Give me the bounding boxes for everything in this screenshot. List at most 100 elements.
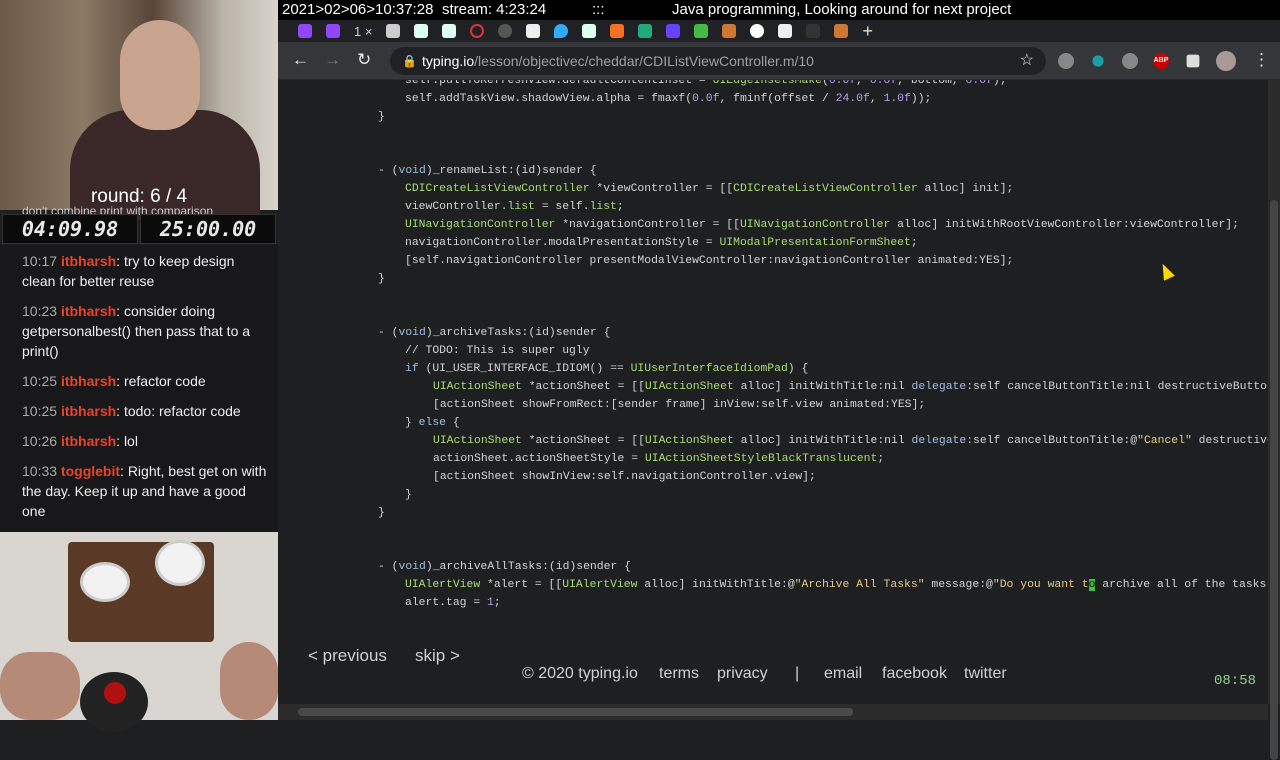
code-line: } xyxy=(378,504,1268,522)
extension-icon[interactable] xyxy=(1058,53,1074,69)
code-token: void xyxy=(398,165,426,177)
terms-link[interactable]: terms xyxy=(659,665,699,683)
twitter-link[interactable]: twitter xyxy=(964,665,1007,683)
chat-username[interactable]: itbharsh xyxy=(61,403,116,419)
stream-info-bar: 2021>02>06>10:37:28 stream: 4:23:24 ::: … xyxy=(278,0,1280,20)
code-lesson[interactable]: self.pullToRefreshView.defaultContentIns… xyxy=(278,80,1268,640)
url-bar[interactable]: 🔒 typing.io/lesson/objectivec/cheddar/CD… xyxy=(390,47,1046,75)
code-line: self.addTaskView.shadowView.alpha = fmax… xyxy=(378,90,1268,108)
chat-message: 10:23 itbharsh: consider doing getperson… xyxy=(22,301,268,361)
previous-link[interactable]: < previous xyxy=(308,646,387,666)
twitch-tab-icon[interactable] xyxy=(298,24,312,38)
code-line: - (void)_renameList:(id)sender { xyxy=(378,162,1268,180)
stream-uptime: stream: 4:23:24 xyxy=(442,1,547,18)
reload-button[interactable]: ↻ xyxy=(357,50,371,70)
active-tab[interactable]: 1 × xyxy=(354,24,372,39)
chat-time: 10:26 xyxy=(22,433,58,449)
code-token: *viewController = [[ xyxy=(589,183,734,195)
code-token: viewController. xyxy=(405,201,508,213)
code-token: ; xyxy=(493,597,501,609)
code-token: ; xyxy=(910,237,918,249)
adblock-icon[interactable]: ABP xyxy=(1153,53,1169,69)
tab-icon[interactable] xyxy=(638,24,653,38)
tab-icon[interactable] xyxy=(806,24,821,38)
tab-icon[interactable] xyxy=(694,24,709,38)
code-token: *navigationController = [[ xyxy=(555,219,740,231)
chat-username[interactable]: itbharsh xyxy=(61,373,116,389)
extensions-puzzle-icon[interactable] xyxy=(1186,54,1200,68)
code-token: ) { xyxy=(787,363,809,375)
code-token: - ( xyxy=(378,327,399,339)
code-line: navigationController.modalPresentationSt… xyxy=(378,234,1268,252)
tab-icon[interactable] xyxy=(778,24,793,38)
stackoverflow-tab-icon[interactable] xyxy=(834,24,849,38)
chat-time: 10:17 xyxy=(22,253,58,269)
footer-separator: | xyxy=(795,665,800,682)
twitch-tab-icon[interactable] xyxy=(326,24,340,38)
code-token: self.pullToRefreshView.defaultContentIns… xyxy=(405,80,713,87)
skip-link[interactable]: skip > xyxy=(415,646,460,666)
forward-button[interactable]: → xyxy=(324,50,341,70)
privacy-link[interactable]: privacy xyxy=(717,665,768,683)
stream-title: Java programming, Looking around for nex… xyxy=(672,1,1012,18)
code-token: alloc] initWithTitle:nil xyxy=(733,435,912,447)
copyright: © 2020 typing.io xyxy=(522,665,638,682)
code-line: CDICreateListViewController *viewControl… xyxy=(378,180,1268,198)
browser-menu-icon[interactable]: ⋮ xyxy=(1253,50,1270,70)
vertical-scrollbar[interactable] xyxy=(1268,80,1280,760)
stream-separator: ::: xyxy=(592,1,605,18)
chat-text: : Right, best get on with the day. Keep … xyxy=(22,463,267,519)
email-link[interactable]: email xyxy=(824,665,862,683)
code-token: } xyxy=(405,489,412,501)
chat-username[interactable]: itbharsh xyxy=(61,303,116,319)
code-line: [actionSheet showInView:self.navigationC… xyxy=(378,468,1268,486)
tab-icon[interactable] xyxy=(582,24,597,38)
horizontal-scrollbar[interactable] xyxy=(278,704,1268,720)
code-line: } else { xyxy=(378,414,1268,432)
code-token: , xyxy=(856,80,870,87)
tab-icon[interactable] xyxy=(666,24,681,38)
code-token: // TODO: This is super ugly xyxy=(405,345,590,357)
tab-close-icon[interactable]: × xyxy=(365,24,373,39)
github-tab-icon[interactable] xyxy=(750,24,765,38)
webcam-desk xyxy=(0,532,278,732)
chat-username[interactable]: itbharsh xyxy=(61,433,116,449)
extension-icon[interactable] xyxy=(1122,53,1138,69)
back-button[interactable]: ← xyxy=(292,50,309,70)
code-token: alloc] initWithRootViewController:viewCo… xyxy=(890,219,1239,231)
extension-icon[interactable] xyxy=(1092,55,1104,67)
chat-username[interactable]: togglebit xyxy=(61,463,120,479)
stackoverflow-tab-icon[interactable] xyxy=(722,24,737,38)
code-token: 0.0f xyxy=(828,80,857,87)
tab-icon[interactable] xyxy=(470,24,485,38)
blogger-tab-icon[interactable] xyxy=(610,24,625,38)
tab-icon[interactable] xyxy=(386,24,401,38)
chat-username[interactable]: itbharsh xyxy=(61,253,116,269)
code-token: )_archiveTasks:(id)sender { xyxy=(425,327,611,339)
code-token: UIModalPresentationFormSheet xyxy=(719,237,911,249)
code-line: UIAlertView *alert = [[UIAlertView alloc… xyxy=(378,576,1268,594)
tab-icon[interactable] xyxy=(498,24,513,38)
profile-avatar[interactable] xyxy=(1216,51,1236,71)
code-token: 24.0f xyxy=(835,93,870,105)
tab-icon[interactable] xyxy=(442,24,457,38)
code-token: 0.0f xyxy=(965,80,993,87)
tab-icon[interactable] xyxy=(526,24,541,38)
code-line: [self.navigationController presentModalV… xyxy=(378,252,1268,270)
code-token: *alert = [[ xyxy=(480,579,563,591)
tab-icon[interactable] xyxy=(414,24,429,38)
url-path: /lesson/objectivec/cheddar/CDIListViewCo… xyxy=(474,53,814,69)
bookmark-star-icon[interactable]: ☆ xyxy=(1020,47,1034,75)
code-token: UINavigationController xyxy=(405,219,556,231)
code-token: alloc] initWithTitle:@ xyxy=(637,579,795,591)
lesson-timer: 08:58 xyxy=(1213,673,1256,689)
facebook-link[interactable]: facebook xyxy=(882,665,947,683)
code-token: } xyxy=(405,417,419,429)
code-token: if xyxy=(405,363,419,375)
code-token: UIActionSheetStyleBlackTranslucent xyxy=(644,453,878,465)
tab-icon[interactable] xyxy=(554,24,569,38)
new-tab-button[interactable]: + xyxy=(862,21,873,42)
address-toolbar: ← → ↻ 🔒 typing.io/lesson/objectivec/ched… xyxy=(278,42,1280,80)
code-line: if (UI_USER_INTERFACE_IDIOM() == UIUserI… xyxy=(378,360,1268,378)
